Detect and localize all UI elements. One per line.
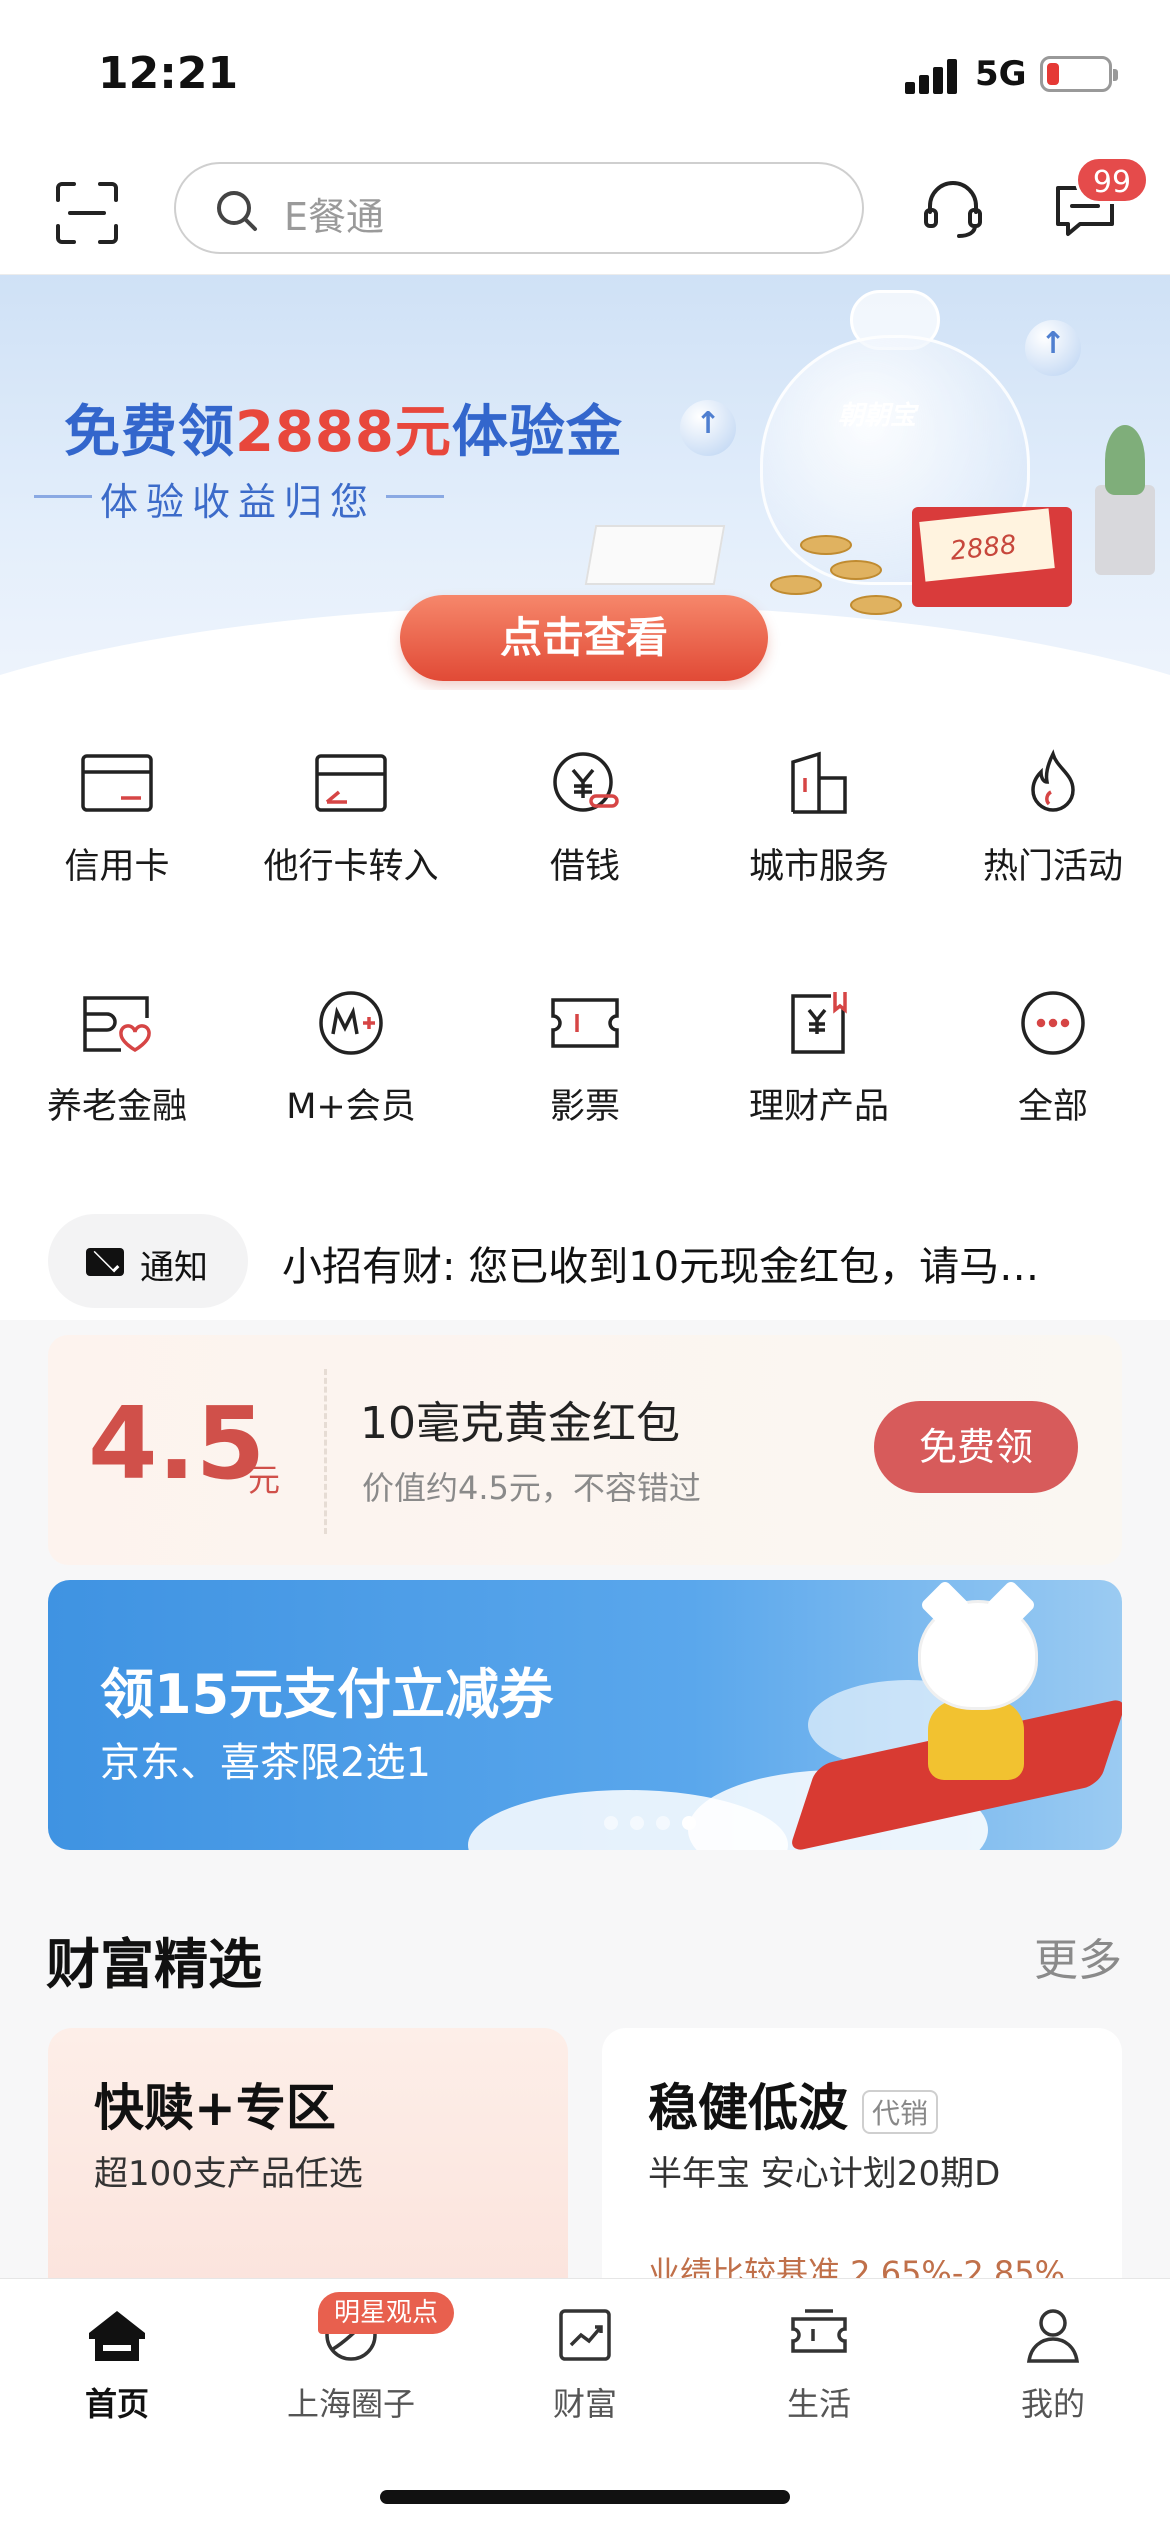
scan-icon[interactable]	[52, 178, 122, 248]
arrow-up-icon	[1025, 320, 1081, 376]
tag-distribution: 代销	[862, 2089, 939, 2134]
arrow-up-icon	[680, 400, 736, 456]
banner-subtitle: 体验收益归您	[33, 471, 445, 526]
promo-subtitle: 京东、喜茶限2选1	[100, 1740, 431, 1786]
life-ticket-icon	[791, 2309, 847, 2353]
flame-icon	[1031, 749, 1075, 812]
tab-life[interactable]: 生活	[702, 2305, 936, 2425]
finance-doc-icon	[791, 992, 847, 1054]
network-type: 5G	[975, 54, 1027, 94]
battery-icon	[1040, 56, 1118, 92]
customer-service-icon[interactable]	[918, 174, 988, 244]
search-input[interactable]: E餐通	[174, 162, 864, 254]
claim-free-button[interactable]: 免费领	[874, 1401, 1078, 1493]
home-indicator	[380, 2490, 790, 2504]
tab-home[interactable]: 首页	[0, 2305, 234, 2425]
status-time: 12:21	[98, 48, 239, 99]
signal-icon	[905, 58, 965, 94]
service-borrow[interactable]: 借钱	[468, 748, 702, 968]
top-header: E餐通	[0, 140, 1170, 275]
pension-wallet-icon	[83, 996, 151, 1053]
more-dots-icon	[1021, 991, 1085, 1055]
banner-view-button[interactable]: 点击查看	[400, 595, 768, 681]
jar-label: 朝朝宝	[838, 401, 917, 431]
section-title-wealth: 财富精选	[46, 1933, 262, 1996]
promo-banner-top[interactable]: 朝朝宝 2888 免费领2888元体验金 体验收益归您 点击查看	[0, 275, 1170, 690]
credit-card-icon	[81, 754, 153, 812]
home-icon	[89, 2311, 145, 2361]
notice-bar[interactable]: 通知 小招有财: 您已收到10元现金红包，请马…	[0, 1170, 1170, 1320]
wealth-chart-icon	[559, 2309, 611, 2361]
search-icon	[217, 191, 257, 231]
plant-icon	[1095, 425, 1155, 575]
profile-icon	[1026, 2309, 1080, 2363]
coupon-unit: 元	[248, 1461, 281, 1499]
coupon-amount: 4.5	[88, 1385, 266, 1502]
card-transfer-icon	[315, 754, 387, 812]
tab-badge: 明星观点	[318, 2292, 455, 2334]
tab-mine[interactable]: 我的	[936, 2305, 1170, 2425]
status-bar: 12:21 5G	[0, 0, 1170, 140]
mail-icon	[86, 1248, 124, 1276]
wealth-card-stable[interactable]: 稳健低波 代销 半年宝 安心计划20期D 业绩比较基准 2.65%-2.85%	[602, 2028, 1122, 2308]
yuan-coin-icon	[553, 752, 619, 812]
service-credit-card[interactable]: 信用卡	[0, 748, 234, 968]
coupon-desc: 价值约4.5元，不容错过	[362, 1469, 701, 1507]
service-city[interactable]: 城市服务	[702, 748, 936, 968]
search-placeholder: E餐通	[284, 195, 385, 239]
more-link[interactable]: 更多	[1034, 1924, 1122, 1988]
coupon-title: 10毫克黄金红包	[360, 1398, 680, 1449]
carousel-dots[interactable]	[604, 1815, 708, 1834]
wealth-card-quick-redeem[interactable]: 快赎+专区 超100支产品任选	[48, 2028, 568, 2308]
ticket-icon	[551, 998, 619, 1048]
mascot-cat-illustration	[918, 1600, 1038, 1710]
notice-label-pill: 通知	[48, 1214, 248, 1308]
promo-title: 领15元支付立减券	[100, 1663, 554, 1726]
city-building-icon	[791, 751, 847, 814]
service-card-transfer[interactable]: 他行卡转入	[234, 748, 468, 968]
notice-text: 小招有财: 您已收到10元现金红包，请马…	[282, 1244, 1040, 1290]
service-grid: 信用卡 他行卡转入 借钱 城市服务 热门活动 养老金融 M+会员 影票 理财产品…	[0, 690, 1170, 1170]
tab-wealth[interactable]: 财富	[468, 2305, 702, 2425]
m-plus-icon	[319, 991, 383, 1055]
gold-coupon-card[interactable]: 4.5 元 10毫克黄金红包 价值约4.5元，不容错过 免费领	[48, 1335, 1122, 1565]
service-hot-activity[interactable]: 热门活动	[936, 748, 1170, 968]
message-badge: 99	[1075, 156, 1149, 204]
payment-coupon-banner[interactable]: 领15元支付立减券 京东、喜茶限2选1	[48, 1580, 1122, 1850]
banner-title: 免费领2888元体验金	[64, 400, 623, 465]
